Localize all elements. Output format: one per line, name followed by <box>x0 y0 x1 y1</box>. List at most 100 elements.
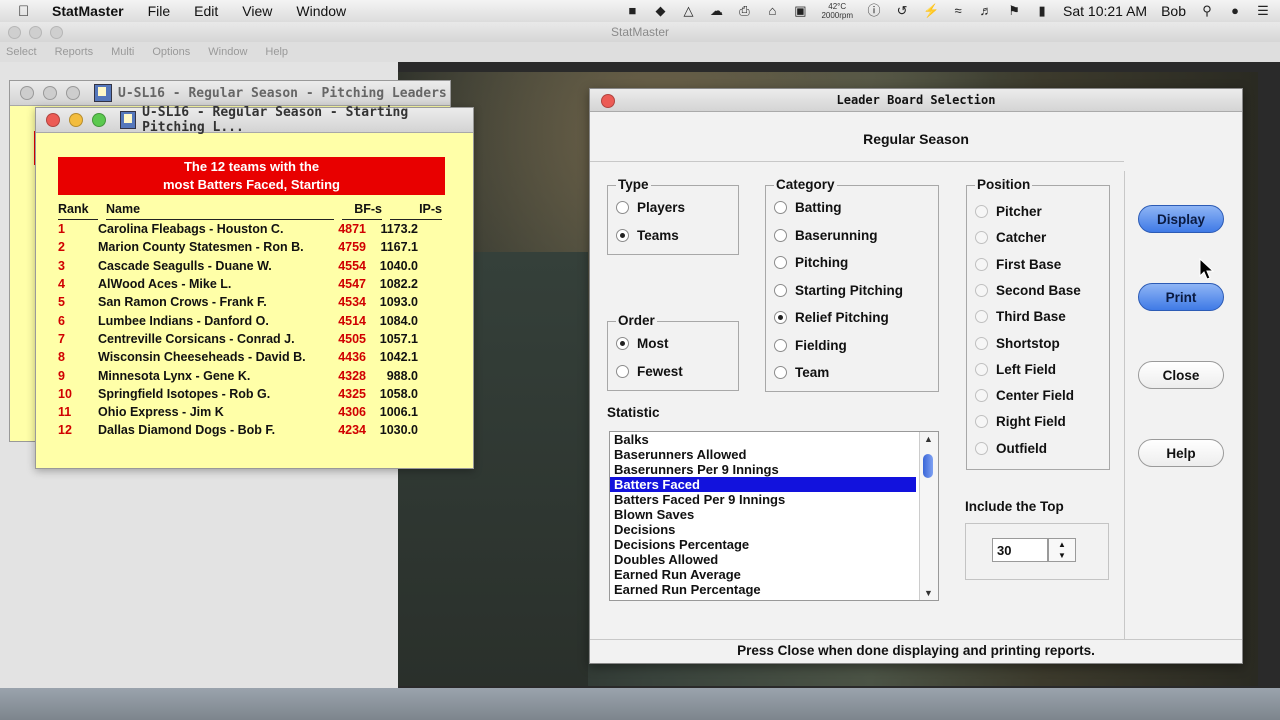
category-option[interactable]: Relief Pitching <box>774 310 889 325</box>
battery-icon[interactable]: ▮ <box>1035 4 1049 18</box>
statistic-scrollbar[interactable]: ▲ ▼ <box>919 432 938 600</box>
radio-icon[interactable] <box>975 257 988 271</box>
radio-icon[interactable] <box>975 415 988 429</box>
radio-icon[interactable] <box>774 311 787 324</box>
radio-icon[interactable] <box>975 283 988 297</box>
statistic-item[interactable]: Doubles Allowed <box>610 552 916 567</box>
app-close-button[interactable] <box>8 26 21 39</box>
position-option[interactable]: Shortstop <box>975 336 1060 351</box>
user-name[interactable]: Bob <box>1161 3 1186 19</box>
stepper-down-icon[interactable]: ▼ <box>1049 550 1075 561</box>
radio-icon[interactable] <box>774 366 787 379</box>
category-option[interactable]: Fielding <box>774 338 847 353</box>
scroll-down-icon[interactable]: ▼ <box>924 588 933 598</box>
notifications-icon[interactable]: ☰ <box>1256 4 1270 18</box>
home-icon[interactable]: ⌂ <box>765 4 779 18</box>
category-option[interactable]: Batting <box>774 200 842 215</box>
menu-window[interactable]: Window <box>296 3 346 19</box>
radio-icon[interactable] <box>616 201 629 214</box>
info-icon[interactable]: ⓘ <box>867 4 881 18</box>
drive-icon[interactable]: △ <box>681 4 695 18</box>
radio-icon[interactable] <box>616 337 629 350</box>
apple-menu-icon[interactable]:  <box>18 3 38 20</box>
radio-icon[interactable] <box>774 201 787 214</box>
position-option[interactable]: First Base <box>975 257 1061 272</box>
position-option[interactable]: Center Field <box>975 388 1074 403</box>
app-menu-name[interactable]: StatMaster <box>52 3 124 19</box>
menu-edit[interactable]: Edit <box>194 3 218 19</box>
position-option[interactable]: Pitcher <box>975 204 1042 219</box>
cpu-monitor[interactable]: 42°C 2000rpm <box>821 2 853 20</box>
starting-pitching-title-bar[interactable]: U-SL16 - Regular Season - Starting Pitch… <box>36 105 473 135</box>
radio-icon[interactable] <box>774 283 787 297</box>
zoom-button[interactable] <box>92 113 106 127</box>
display-button[interactable]: Display <box>1138 205 1224 233</box>
position-option[interactable]: Outfield <box>975 441 1047 456</box>
evernote-icon[interactable]: ■ <box>625 4 639 18</box>
radio-icon[interactable] <box>975 205 988 218</box>
stepper-up-icon[interactable]: ▲ <box>1049 539 1075 550</box>
app-menu-multi[interactable]: Multi <box>111 46 134 58</box>
statistic-item[interactable]: Earned Run Percentage <box>610 582 916 597</box>
printer-icon[interactable]: ⎙ <box>737 4 751 18</box>
radio-icon[interactable] <box>975 336 988 350</box>
category-option[interactable]: Starting Pitching <box>774 283 903 298</box>
app-menu-reports[interactable]: Reports <box>55 46 94 58</box>
app-menu-help[interactable]: Help <box>265 46 288 58</box>
position-option[interactable]: Catcher <box>975 230 1046 245</box>
position-option[interactable]: Third Base <box>975 309 1066 324</box>
zoom-button[interactable] <box>66 86 80 100</box>
app-menu-select[interactable]: Select <box>6 46 37 58</box>
radio-icon[interactable] <box>975 231 988 245</box>
search-icon[interactable]: ⚲ <box>1200 4 1214 18</box>
category-option[interactable]: Baserunning <box>774 228 878 243</box>
include-top-input[interactable]: 30 <box>992 538 1048 562</box>
order-fewest-option[interactable]: Fewest <box>616 364 683 379</box>
bolt-icon[interactable]: ⚡ <box>923 4 939 18</box>
radio-icon[interactable] <box>774 256 787 269</box>
close-button[interactable]: Close <box>1138 361 1224 389</box>
flag-icon[interactable]: ⚑ <box>1007 4 1021 18</box>
type-teams-option[interactable]: Teams <box>616 228 679 243</box>
order-most-option[interactable]: Most <box>616 336 669 351</box>
minimize-button[interactable] <box>43 86 57 100</box>
radio-icon[interactable] <box>975 389 988 403</box>
close-button[interactable] <box>20 86 34 100</box>
statistic-item[interactable]: Decisions <box>610 522 916 537</box>
statistic-item[interactable]: Baserunners Allowed <box>610 447 916 462</box>
radio-icon[interactable] <box>975 310 988 324</box>
radio-icon[interactable] <box>616 365 629 378</box>
app-zoom-button[interactable] <box>50 26 63 39</box>
siri-icon[interactable]: ● <box>1228 4 1242 18</box>
clock[interactable]: Sat 10:21 AM <box>1063 3 1147 19</box>
position-option[interactable]: Left Field <box>975 362 1056 377</box>
category-option[interactable]: Pitching <box>774 255 848 270</box>
radio-icon[interactable] <box>975 441 988 455</box>
radio-icon[interactable] <box>975 362 988 376</box>
time-machine-icon[interactable]: ↺ <box>895 4 909 18</box>
starting-pitching-window[interactable]: U-SL16 - Regular Season - Starting Pitch… <box>35 105 474 469</box>
scroll-up-icon[interactable]: ▲ <box>924 434 933 444</box>
radio-icon[interactable] <box>774 338 787 352</box>
radio-icon[interactable] <box>616 229 629 242</box>
cloud-icon[interactable]: ☁ <box>709 4 723 18</box>
statistic-item[interactable]: Baserunners Per 9 Innings <box>610 462 916 477</box>
position-option[interactable]: Second Base <box>975 283 1081 298</box>
wifi-icon[interactable]: ≈ <box>951 4 965 18</box>
statistic-item[interactable]: Balks <box>610 432 916 447</box>
statistic-item[interactable]: Batters Faced <box>610 477 916 492</box>
minimize-button[interactable] <box>69 113 83 127</box>
dropbox-icon[interactable]: ◆ <box>653 4 667 18</box>
position-option[interactable]: Right Field <box>975 414 1066 429</box>
statistic-item[interactable]: Batters Faced Per 9 Innings <box>610 492 916 507</box>
app-minimize-button[interactable] <box>29 26 42 39</box>
type-players-option[interactable]: Players <box>616 200 685 215</box>
pitching-leaders-title-bar[interactable]: U-SL16 - Regular Season - Pitching Leade… <box>10 81 450 106</box>
include-top-stepper[interactable]: ▲ ▼ <box>1048 538 1076 562</box>
app-menu-options[interactable]: Options <box>152 46 190 58</box>
category-option[interactable]: Team <box>774 365 829 380</box>
dialog-title-bar[interactable]: Leader Board Selection <box>590 89 1242 112</box>
scroll-thumb[interactable] <box>923 454 933 478</box>
leader-board-dialog[interactable]: Leader Board Selection Regular Season Ty… <box>589 88 1243 664</box>
screen-icon[interactable]: ▣ <box>793 4 807 18</box>
